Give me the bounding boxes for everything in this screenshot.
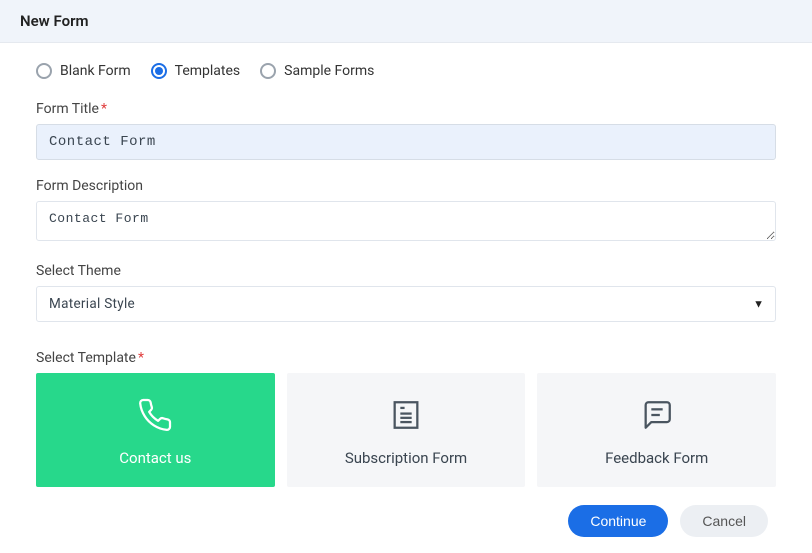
template-cards-row: Contact us Subscription Form <box>36 373 776 487</box>
select-theme-dropdown[interactable]: Material Style <box>36 286 776 322</box>
dialog-header: New Form <box>0 0 812 43</box>
required-marker: * <box>138 350 144 366</box>
dialog-footer: Continue Cancel <box>36 505 776 537</box>
template-card-contact[interactable]: Contact us <box>36 373 275 487</box>
dialog-content: Blank Form Templates Sample Forms Form T… <box>0 43 812 553</box>
radio-blank-form[interactable]: Blank Form <box>36 63 131 79</box>
form-title-label: Form Title* <box>36 101 776 117</box>
required-marker: * <box>101 101 107 117</box>
select-template-group: Select Template* Contact us <box>36 350 776 487</box>
radio-icon <box>260 63 276 79</box>
radio-templates[interactable]: Templates <box>151 63 241 79</box>
select-template-label: Select Template* <box>36 350 776 366</box>
dialog-title: New Form <box>20 12 792 30</box>
template-title: Subscription Form <box>345 449 467 467</box>
radio-icon <box>36 63 52 79</box>
radio-label: Sample Forms <box>284 63 374 79</box>
select-theme-label: Select Theme <box>36 263 776 279</box>
continue-button[interactable]: Continue <box>568 505 668 537</box>
form-title-input[interactable] <box>36 124 776 160</box>
template-card-subscription[interactable]: Subscription Form <box>287 373 526 487</box>
template-title: Feedback Form <box>605 449 708 467</box>
radio-sample-forms[interactable]: Sample Forms <box>260 63 374 79</box>
form-title-group: Form Title* <box>36 101 776 160</box>
radio-label: Templates <box>175 63 241 79</box>
cancel-button[interactable]: Cancel <box>680 505 768 537</box>
select-theme-wrap: Material Style ▼ <box>36 286 776 322</box>
chat-icon <box>637 395 677 435</box>
phone-icon <box>135 395 175 435</box>
select-theme-group: Select Theme Material Style ▼ <box>36 263 776 322</box>
document-icon <box>386 395 426 435</box>
template-title: Contact us <box>119 449 191 467</box>
form-type-radio-group: Blank Form Templates Sample Forms <box>36 63 776 79</box>
template-card-feedback[interactable]: Feedback Form <box>537 373 776 487</box>
radio-icon-selected <box>151 63 167 79</box>
radio-label: Blank Form <box>60 63 131 79</box>
form-description-label: Form Description <box>36 178 776 194</box>
form-description-group: Form Description Contact Form <box>36 178 776 245</box>
form-description-input[interactable]: Contact Form <box>36 201 776 241</box>
